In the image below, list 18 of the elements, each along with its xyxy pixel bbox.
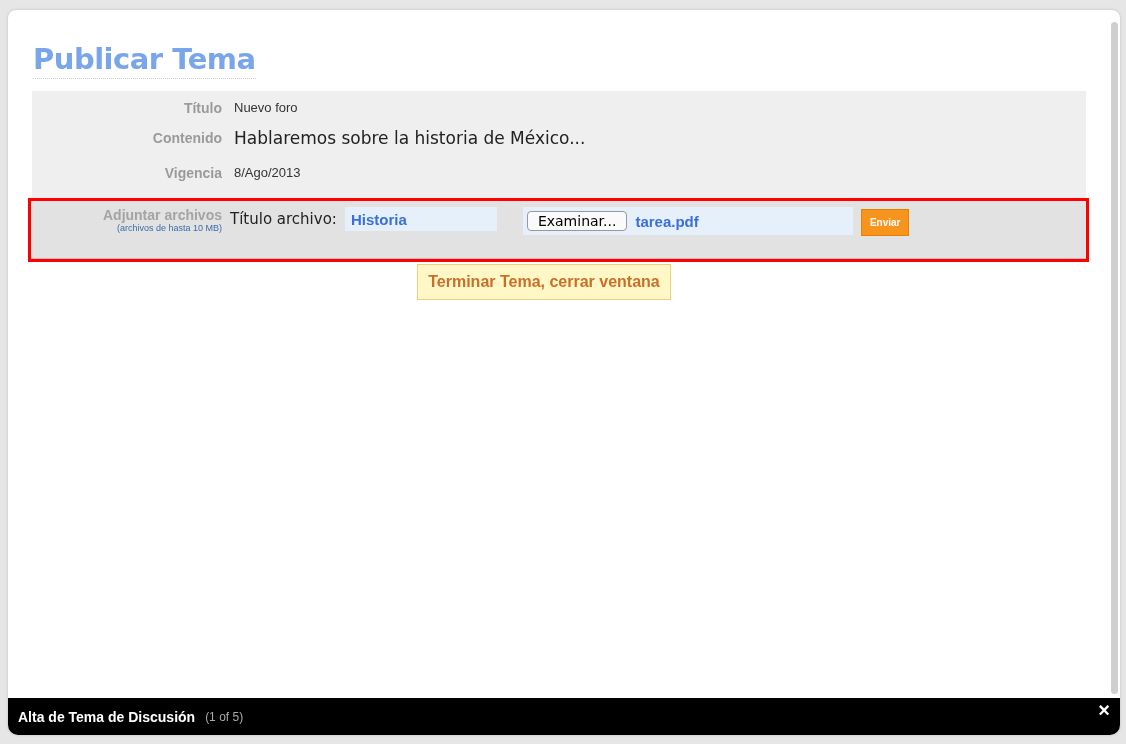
size-note: (archivos de hasta 10 MB) — [116, 223, 222, 233]
field-label: Contenido — [151, 129, 222, 146]
file-field[interactable]: Examinar... tarea.pdf — [522, 207, 853, 235]
scrollbar[interactable] — [1111, 22, 1118, 694]
page-title: Publicar Tema — [33, 42, 256, 79]
field-label: Título — [182, 99, 222, 116]
field-value: Nuevo foro — [234, 100, 298, 115]
footer-title: Alta de Tema de Discusión — [18, 708, 196, 725]
field-label: Título archivo: — [230, 210, 337, 228]
file-name: tarea.pdf — [635, 212, 699, 230]
field-value: 8/Ago/2013 — [234, 165, 301, 180]
field-value: Hablaremos sobre la historia de México... — [234, 127, 586, 148]
browse-button[interactable]: Examinar... — [526, 211, 628, 231]
field-label: Adjuntar archivos — [102, 207, 222, 223]
close-button[interactable]: × — [1098, 700, 1110, 720]
file-title-field[interactable]: Historia — [344, 207, 497, 231]
footer-counter: (1 of 5) — [205, 709, 245, 724]
field-label: Vigencia — [163, 164, 222, 181]
